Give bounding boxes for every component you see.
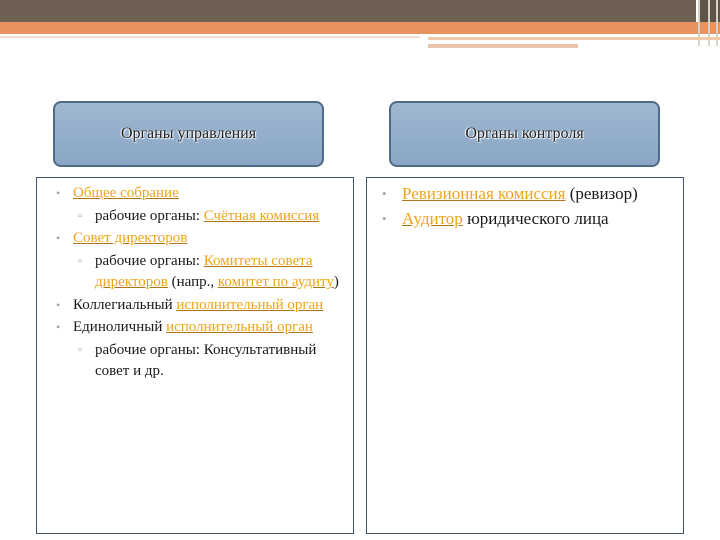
governance-bodies-title: Органы управления [120, 125, 257, 142]
list-item-audit-commission: • Ревизионная комиссия (ревизор) [367, 182, 663, 206]
closing-paren: ) [333, 274, 339, 290]
control-bodies-header: Органы контроля [389, 101, 660, 167]
list-item-collegial-executive: • Коллегиальный исполнительный орган [37, 295, 353, 317]
decorative-line [428, 37, 720, 40]
example-prefix: (напр., [167, 274, 218, 290]
list-item-auditor: • Аудитор юридического лица [367, 207, 663, 231]
audit-committee-link[interactable]: комитет по аудиту [218, 274, 334, 290]
audit-commission-link[interactable]: Ревизионная комиссия [402, 184, 565, 203]
sub-bullet-icon: ▫ [78, 209, 82, 222]
decorative-line [428, 44, 578, 48]
list-item-advisory-council: ▫ рабочие органы: Консультативный совет … [37, 340, 353, 383]
top-decorative-band [0, 0, 696, 22]
board-of-directors-link[interactable]: Совет директоров [73, 230, 187, 246]
working-bodies-label: рабочие органы: [95, 207, 204, 224]
bullet-icon: • [382, 186, 387, 201]
sole-executive-link[interactable]: исполнительный орган [166, 319, 313, 335]
counting-commission-link[interactable]: Счётная комиссия [204, 208, 319, 224]
sub-bullet-icon: ▫ [78, 343, 82, 356]
governance-list: • Общее собрание ▫ рабочие органы: Счётн… [37, 183, 353, 383]
list-item-general-meeting: • Общее собрание [37, 183, 353, 205]
list-item-board-of-directors: • Совет директоров [37, 228, 353, 250]
bullet-icon: • [56, 186, 61, 200]
governance-bodies-panel: • Общее собрание ▫ рабочие органы: Счётн… [36, 177, 354, 534]
working-bodies-label: рабочие органы: [95, 252, 204, 269]
general-meeting-link[interactable]: Общее собрание [73, 185, 179, 201]
bullet-icon: • [56, 320, 61, 334]
legal-entity-text: юридического лица [462, 209, 609, 228]
collegial-executive-link[interactable]: исполнительный орган [176, 297, 323, 313]
bullet-icon: • [56, 297, 61, 312]
control-bodies-title: Органы контроля [465, 125, 584, 142]
control-bodies-panel: • Ревизионная комиссия (ревизор) • Аудит… [366, 177, 684, 534]
auditor-link[interactable]: Аудитор [402, 209, 463, 228]
list-item-counting-commission: ▫ рабочие органы: Счётная комиссия [37, 206, 353, 228]
governance-bodies-header: Органы управления [53, 101, 324, 167]
bullet-icon: • [56, 231, 61, 245]
collegial-label: Коллегиальный [73, 296, 177, 313]
list-item-sole-executive: • Единоличный исполнительный орган [37, 317, 353, 339]
sub-bullet-icon: ▫ [78, 254, 82, 267]
auditor-note: (ревизор) [565, 184, 638, 203]
sole-label: Единоличный [73, 319, 167, 335]
list-item-board-committees: ▫ рабочие органы: Комитеты совета директ… [37, 251, 353, 294]
advisory-council-text: рабочие органы: Консультативный совет и … [95, 341, 317, 380]
orange-decorative-band [0, 22, 720, 34]
decorative-line [0, 36, 420, 38]
bullet-icon: • [382, 211, 387, 226]
control-list: • Ревизионная комиссия (ревизор) • Аудит… [367, 182, 683, 231]
